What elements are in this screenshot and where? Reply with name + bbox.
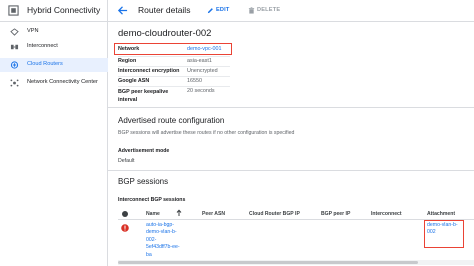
sidebar-item-network-connectivity-center[interactable]: Network Connectivity Center (0, 76, 108, 90)
bgp-sessions-title: BGP sessions (118, 177, 169, 186)
status-column-icon (122, 211, 128, 217)
detail-key: Interconnect encryption (118, 68, 180, 74)
detail-keepalive: BGP peer keepalive interval (118, 88, 182, 104)
session-name-line: ba (146, 251, 152, 258)
sidebar-item-label: VPN (27, 28, 39, 34)
column-peer-asn[interactable]: Peer ASN (202, 211, 225, 217)
trash-icon (248, 7, 255, 14)
advertised-route-title: Advertised route configuration (118, 116, 225, 125)
edit-button[interactable]: EDIT (207, 6, 237, 16)
column-name[interactable]: Name (146, 211, 160, 217)
divider (118, 66, 230, 67)
back-arrow-icon[interactable] (117, 5, 128, 16)
attachment-highlight-box (424, 220, 464, 248)
main-content: demo-cloudrouter-002 Network demo-vpc-00… (108, 22, 474, 266)
detail-key: Network (118, 46, 140, 52)
sidebar-item-label: Interconnect (27, 43, 58, 49)
bgp-table-header: Name Peer ASN Cloud Router BGP IP BGP pe… (118, 208, 474, 220)
divider (118, 76, 230, 77)
sort-ascending-icon[interactable] (176, 209, 182, 217)
sidebar-header: Hybrid Connectivity (0, 0, 108, 22)
section-divider (108, 170, 474, 171)
vpn-icon (10, 28, 19, 36)
detail-value: asia-east1 (187, 58, 212, 64)
router-name: demo-cloudrouter-002 (118, 28, 212, 39)
session-name-line: 002- (146, 236, 157, 243)
delete-button-label: DELETE (257, 7, 281, 13)
page-title: Router details (138, 5, 191, 15)
delete-button[interactable]: DELETE (248, 6, 284, 16)
advertisement-mode-value: Default (118, 158, 135, 164)
detail-key: Region (118, 58, 137, 64)
edit-button-label: EDIT (216, 7, 230, 13)
column-interconnect[interactable]: Interconnect (371, 211, 402, 217)
column-bgp-peer-ip[interactable]: BGP peer IP (321, 211, 350, 217)
session-name-line: demo-vlan-b- (146, 229, 177, 236)
sidebar-item-interconnect[interactable]: Interconnect (0, 40, 108, 54)
sidebar-item-vpn[interactable]: VPN (0, 25, 108, 39)
top-bar: Router details EDIT DELETE (108, 0, 474, 22)
detail-key: BGP peer keepalive interval (118, 89, 169, 103)
scrollbar-thumb[interactable] (118, 261, 418, 264)
cloud-router-icon (10, 61, 19, 69)
error-icon (121, 224, 129, 232)
session-name-line: 5ef43dff7b-ee- (146, 244, 180, 251)
column-attachment[interactable]: Attachment (427, 211, 455, 217)
detail-key: Google ASN (118, 78, 150, 84)
detail-value: 20 seconds (187, 88, 215, 94)
interconnect-icon (10, 44, 19, 50)
detail-value: Unencrypted (187, 68, 218, 74)
sidebar-item-label: Cloud Routers (27, 61, 63, 67)
network-connectivity-icon (10, 79, 19, 87)
sidebar: Hybrid Connectivity VPN Interconnect Clo… (0, 0, 108, 266)
divider (118, 56, 230, 57)
sidebar-title: Hybrid Connectivity (27, 5, 101, 15)
session-name-line: auto-ia-bgp- (146, 222, 174, 228)
network-link[interactable]: demo-vpc-001 (187, 46, 221, 52)
detail-value: 16550 (187, 78, 202, 84)
horizontal-scrollbar[interactable] (118, 260, 474, 265)
session-name-link[interactable]: auto-ia-bgp- demo-vlan-b- 002- 5ef43dff7… (146, 222, 180, 259)
advertised-route-description: BGP sessions will advertise these routes… (118, 130, 295, 136)
interconnect-bgp-sessions-label: Interconnect BGP sessions (118, 197, 186, 203)
divider (118, 86, 230, 87)
column-cloud-router-bgp-ip[interactable]: Cloud Router BGP IP (249, 211, 300, 217)
advertisement-mode-label: Advertisement mode (118, 148, 170, 154)
sidebar-item-cloud-routers[interactable]: Cloud Routers (0, 58, 108, 72)
section-divider (108, 107, 474, 108)
pencil-icon (207, 8, 213, 14)
hybrid-connectivity-icon (8, 5, 19, 16)
sidebar-item-label: Network Connectivity Center (27, 79, 98, 85)
